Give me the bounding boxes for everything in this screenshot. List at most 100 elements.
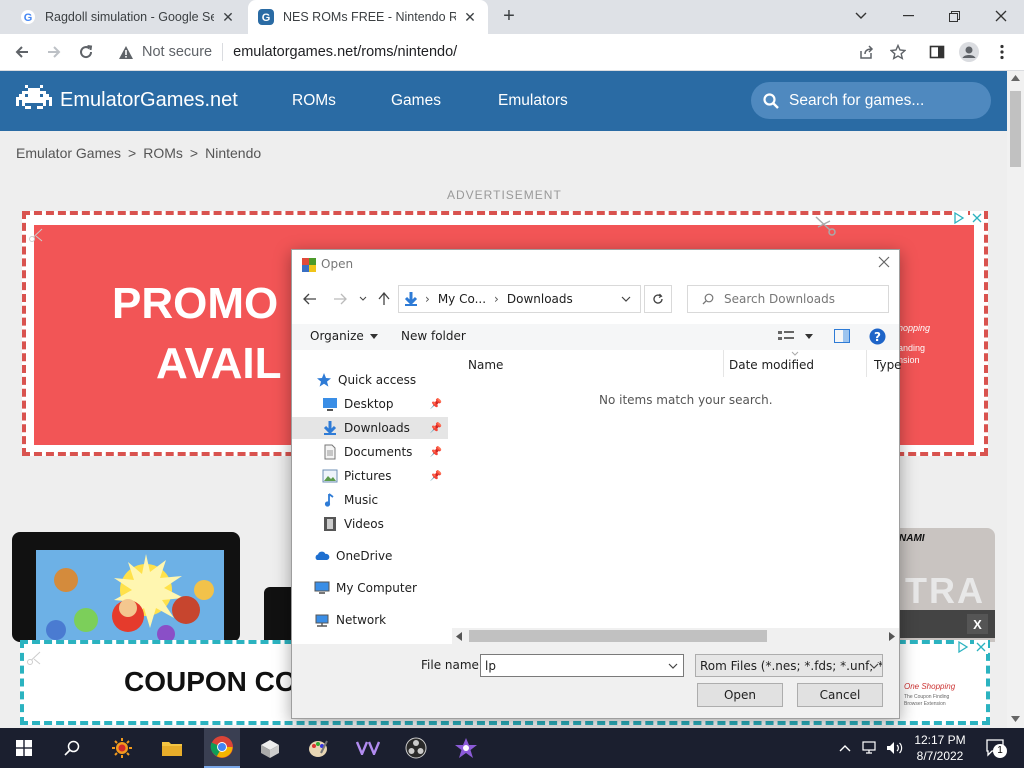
tree-onedrive[interactable]: OneDrive [314,545,470,567]
breadcrumb-roms[interactable]: ROMs [143,145,183,161]
paint-app-icon[interactable] [302,732,334,764]
taskbar-search-icon[interactable] [56,732,88,764]
scroll-left-arrow-icon[interactable] [456,632,462,641]
tab-search-chevron-icon[interactable] [838,0,884,32]
adchoices-icon[interactable] [956,640,970,654]
site-search-input[interactable]: Search for games... [751,82,991,119]
launcher-app-icon[interactable] [450,732,482,764]
reload-icon[interactable] [72,38,100,66]
tree-videos[interactable]: Videos [322,513,478,535]
adchoices-icon[interactable] [952,211,966,225]
horizontal-scrollbar[interactable] [452,628,899,644]
url-text[interactable]: emulatorgames.net/roms/nintendo/ [233,44,457,60]
tree-network[interactable]: Network [314,609,470,631]
address-breadcrumb[interactable]: › My Co... › Downloads [398,285,641,313]
tree-quick-access[interactable]: Quick access [316,369,472,391]
scrollbar-thumb[interactable] [1010,91,1021,167]
ad-dismiss-button[interactable]: X [967,614,988,634]
help-icon[interactable]: ? [869,328,886,345]
warning-icon[interactable] [118,45,134,60]
restore-icon[interactable] [931,0,977,32]
nav-roms[interactable]: ROMs [292,92,336,110]
open-button[interactable]: Open [697,683,783,707]
side-panel-icon[interactable] [923,38,951,66]
space-invader-logo-icon[interactable] [16,85,52,115]
ad-close-icon[interactable] [970,211,984,225]
nav-emulators[interactable]: Emulators [498,92,568,110]
game-thumbnail-second[interactable] [264,587,294,642]
file-name-dropdown-chevron-icon[interactable] [668,663,678,669]
minimize-icon[interactable] [885,0,931,32]
sun-app-icon[interactable] [106,732,138,764]
new-tab-button[interactable]: + [498,5,520,27]
tab-google-search[interactable]: G Ragdoll simulation - Google Search ✕ [10,0,246,34]
dialog-forward-arrow-icon[interactable] [333,293,347,305]
nav-games[interactable]: Games [391,92,441,110]
tab-nes-roms[interactable]: G NES ROMs FREE - Nintendo ROMs ✕ [248,0,488,34]
address-dropdown-chevron-icon[interactable] [621,296,631,302]
breadcrumb-emulator-games[interactable]: Emulator Games [16,145,121,161]
show-hidden-icons-chevron-icon[interactable] [836,732,854,764]
scroll-down-arrow-icon[interactable] [1011,716,1020,722]
organize-menu[interactable]: Organize [310,329,378,343]
network-status-icon[interactable] [858,732,882,764]
windows-start-icon[interactable] [8,732,40,764]
tab-close-icon[interactable]: ✕ [220,9,236,26]
horizontal-scrollbar-thumb[interactable] [469,630,767,642]
vegas-app-icon[interactable] [352,732,384,764]
dialog-close-icon[interactable] [878,256,890,268]
view-options-icon[interactable] [778,330,814,342]
back-arrow-icon[interactable] [8,38,36,66]
refresh-icon[interactable] [644,285,672,313]
tree-downloads[interactable]: Downloads 📌 [292,417,448,439]
path-downloads[interactable]: Downloads [507,292,573,306]
scroll-up-arrow-icon[interactable] [1011,75,1020,81]
new-folder-button[interactable]: New folder [401,329,466,343]
share-icon[interactable] [852,38,880,66]
chrome-taskbar-icon[interactable] [204,728,240,768]
omnibox[interactable]: Not secure emulatorgames.net/roms/ninten… [108,37,918,67]
scroll-right-arrow-icon[interactable] [889,632,895,641]
gamepad-app-icon[interactable] [254,732,286,764]
menu-kebab-icon[interactable] [988,38,1016,66]
forward-arrow-icon[interactable] [40,38,68,66]
obs-app-icon[interactable] [400,732,432,764]
game-thumbnail-smb3[interactable] [12,532,240,642]
tree-music[interactable]: Music [322,489,478,511]
column-name[interactable]: Name [468,358,503,372]
path-my-computer[interactable]: My Co... [438,292,486,306]
file-type-select[interactable]: Rom Files (*.nes; *.fds; *.unf; *.s [695,654,883,677]
sort-chevron-icon [791,351,799,356]
tab-close-icon[interactable]: ✕ [462,9,478,26]
tab-title: Ragdoll simulation - Google Search [45,10,214,24]
column-date-modified[interactable]: Date modified [729,358,814,372]
volume-icon[interactable] [882,732,908,764]
column-divider[interactable] [723,350,724,377]
file-type-chevron-icon[interactable] [869,663,879,669]
tree-label: Downloads [344,421,410,435]
dialog-search-input[interactable]: Search Downloads [687,285,889,313]
dialog-back-arrow-icon[interactable] [303,293,317,305]
up-folder-arrow-icon[interactable] [378,292,390,306]
tree-pictures[interactable]: Pictures 📌 [322,465,448,487]
security-label[interactable]: Not secure [142,44,212,60]
column-type[interactable]: Type [874,358,902,372]
tree-documents[interactable]: Documents 📌 [322,441,448,463]
file-explorer-icon[interactable] [156,732,188,764]
close-window-icon[interactable] [978,0,1024,32]
breadcrumb-separator: > [189,145,199,161]
ad-close-icon[interactable] [974,640,988,654]
column-divider[interactable] [866,350,867,377]
cancel-button[interactable]: Cancel [797,683,883,707]
page-scrollbar[interactable] [1007,71,1024,728]
taskbar-clock[interactable]: 12:17 PM 8/7/2022 [912,732,968,764]
bookmark-star-icon[interactable] [884,38,912,66]
tree-my-computer[interactable]: My Computer [314,577,470,599]
game-cover-art [36,550,224,642]
tree-desktop[interactable]: Desktop 📌 [322,393,448,415]
file-name-input[interactable]: lp [480,654,684,677]
recent-locations-chevron-icon[interactable] [359,296,367,301]
preview-pane-icon[interactable] [834,329,850,343]
profile-avatar-icon[interactable] [955,38,983,66]
site-logo-text[interactable]: EmulatorGames.net [60,89,238,112]
